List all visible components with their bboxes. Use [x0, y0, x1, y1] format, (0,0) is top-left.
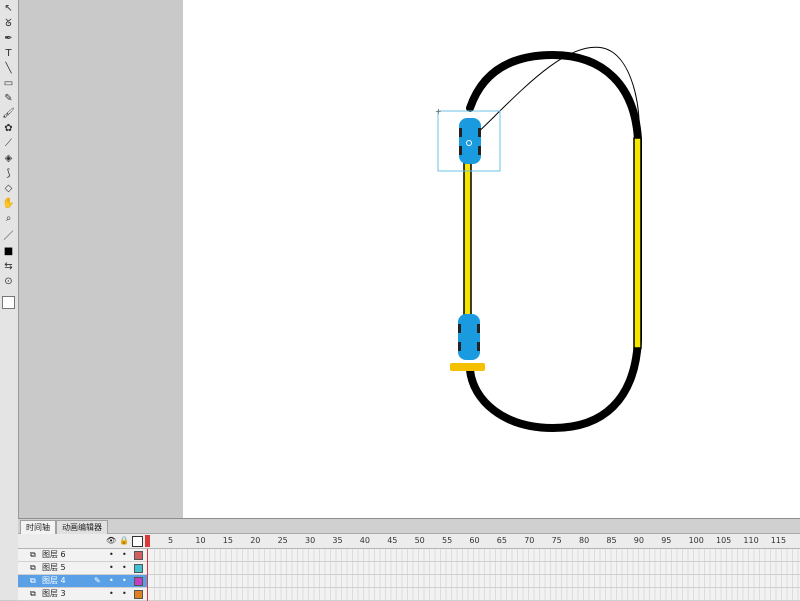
layer-name: 图层 3	[42, 589, 66, 598]
frame-number: 95	[661, 536, 672, 545]
layer-icon: ⧉	[30, 589, 36, 598]
layer-color-swatch[interactable]	[134, 551, 143, 560]
layer-color-swatch[interactable]	[134, 577, 143, 586]
visibility-toggle[interactable]: •	[109, 549, 114, 561]
lock-toggle[interactable]: •	[122, 549, 127, 561]
line-tool-icon[interactable]: ╲	[1, 62, 16, 76]
frame-number: 40	[359, 536, 370, 545]
layer-row[interactable]: ⧉ 图层 3 • •	[18, 588, 800, 601]
stroke-color-icon[interactable]: ／	[1, 230, 16, 244]
frame-number: 80	[579, 536, 590, 545]
frame-number: 30	[305, 536, 316, 545]
playhead-line	[147, 549, 148, 601]
lock-toggle[interactable]: •	[122, 562, 127, 574]
layer-row[interactable]: ⧉ 图层 5 • •	[18, 562, 800, 575]
station-marker	[450, 363, 485, 371]
layer-color-swatch[interactable]	[134, 564, 143, 573]
layer-header[interactable]: ⧉ 图层 6 • •	[18, 549, 148, 561]
motion-guide	[469, 46, 640, 141]
frame-number: 35	[332, 536, 343, 545]
layer-icon: ⧉	[30, 576, 36, 585]
eyedropper-tool-icon[interactable]: ⟆	[1, 167, 16, 181]
fill-swatch[interactable]	[2, 296, 15, 309]
stage-artwork: +	[435, 46, 642, 433]
snap-option-icon[interactable]: ⊙	[1, 275, 16, 289]
lock-toggle[interactable]: •	[122, 588, 127, 600]
lock-toggle[interactable]: •	[122, 575, 127, 587]
frame-number: 60	[469, 536, 480, 545]
timeline-header: 👁 🔒 5 10 15 20 25 30 35 40 45 50 55 60 65 70 75 80 85 90 9…	[18, 534, 800, 549]
timeline-panel: 时间轴 动画编辑器 👁 🔒 5 10 15 20 25 30 35 40 45 50 55 60 65 7…	[18, 518, 800, 601]
bone-tool-icon[interactable]: ⟋	[1, 137, 16, 151]
layer-color-swatch[interactable]	[134, 590, 143, 599]
swap-colors-icon[interactable]: ⇆	[1, 260, 16, 274]
left-rail	[463, 149, 472, 341]
car-bottom	[458, 314, 480, 360]
select-tool-icon[interactable]: ↖	[1, 2, 16, 16]
layer-frames[interactable]	[154, 588, 800, 600]
layer-row[interactable]: ⧉ 图层 6 • •	[18, 549, 800, 562]
layer-header[interactable]: ⧉ 图层 3 • •	[18, 588, 148, 600]
visibility-toggle[interactable]: •	[109, 562, 114, 574]
timeline-tabs: 时间轴 动画编辑器	[18, 519, 800, 534]
frame-number: 105	[716, 536, 732, 545]
layer-header[interactable]: ⧉ 图层 4 ✎ • •	[18, 575, 148, 587]
layer-name: 图层 4	[42, 576, 66, 585]
car-top	[459, 118, 481, 164]
tools-panel: ↖ ᘜ ✒ T ╲ ▭ ✎ 🖌 ✿ ⟋ ◈ ⟆ ◇ ✋ ⌕ ／ ■ ⇆ ⊙	[0, 0, 19, 600]
frame-number: 70	[524, 536, 535, 545]
tab-timeline[interactable]: 时间轴	[20, 520, 56, 534]
frame-number: 65	[496, 536, 507, 545]
layer-list: ⧉ 图层 6 • • ⧉ 图层 5 • • ⧉ 图层 4 ✎ • • ⧉ 图层 3 • •	[18, 549, 800, 601]
tab-motion-editor[interactable]: 动画编辑器	[56, 520, 108, 534]
eraser-tool-icon[interactable]: ◇	[1, 182, 16, 196]
frame-number: 85	[606, 536, 617, 545]
svg-text:+: +	[435, 107, 442, 116]
frame-number: 25	[277, 536, 288, 545]
lock-icon[interactable]: 🔒	[119, 536, 129, 545]
frame-number: 115	[770, 536, 787, 545]
brush-tool-icon[interactable]: 🖌	[1, 107, 16, 121]
fill-color-icon[interactable]: ■	[1, 245, 16, 259]
outline-icon[interactable]	[132, 536, 143, 547]
frame-number: 15	[222, 536, 233, 545]
layer-frames[interactable]	[154, 562, 800, 574]
frame-number: 110	[743, 536, 759, 545]
zoom-tool-icon[interactable]: ⌕	[1, 212, 16, 226]
eye-icon[interactable]: 👁	[106, 536, 116, 545]
frame-number: 5	[168, 536, 174, 545]
visibility-toggle[interactable]: •	[109, 575, 114, 587]
layer-row[interactable]: ⧉ 图层 4 ✎ • •	[18, 575, 800, 588]
stage[interactable]: +	[183, 0, 800, 518]
pencil-icon: ✎	[94, 576, 101, 585]
frame-ruler[interactable]: 5 10 15 20 25 30 35 40 45 50 55 60 65 70 75 80 85 90 95 100…	[154, 534, 800, 548]
layer-icon: ⧉	[30, 550, 36, 559]
pencil-tool-icon[interactable]: ✎	[1, 92, 16, 106]
frame-number: 90	[633, 536, 644, 545]
right-rail	[633, 137, 642, 349]
playhead-marker[interactable]	[145, 535, 150, 547]
frame-number: 100	[688, 536, 704, 545]
layer-header[interactable]: ⧉ 图层 5 • •	[18, 562, 148, 574]
layer-icon: ⧉	[30, 563, 36, 572]
frame-number: 50	[414, 536, 425, 545]
pen-tool-icon[interactable]: ✒	[1, 32, 16, 46]
layer-name: 图层 5	[42, 563, 66, 572]
rectangle-tool-icon[interactable]: ▭	[1, 77, 16, 91]
lasso-tool-icon[interactable]: ᘜ	[1, 17, 16, 31]
hand-tool-icon[interactable]: ✋	[1, 197, 16, 211]
layer-name: 图层 6	[42, 550, 66, 559]
layer-frames[interactable]	[154, 549, 800, 561]
deco-tool-icon[interactable]: ✿	[1, 122, 16, 136]
layer-frames[interactable]	[154, 575, 800, 587]
frame-number: 75	[551, 536, 562, 545]
visibility-toggle[interactable]: •	[109, 588, 114, 600]
frame-number: 55	[442, 536, 453, 545]
frame-number: 20	[250, 536, 261, 545]
frame-number: 10	[195, 536, 206, 545]
text-tool-icon[interactable]: T	[1, 47, 16, 61]
frame-number: 45	[387, 536, 398, 545]
paint-bucket-tool-icon[interactable]: ◈	[1, 152, 16, 166]
